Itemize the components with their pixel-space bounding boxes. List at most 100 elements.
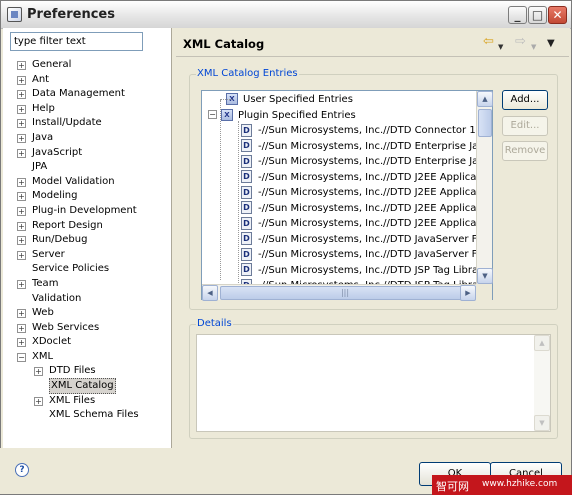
tree-item[interactable]: + XDoclet	[17, 335, 167, 350]
catalog-entry[interactable]: D -//Sun Microsystems, Inc.//DTD Connecto…	[241, 123, 492, 139]
scroll-right-icon[interactable]: ▶	[460, 285, 476, 301]
tree-item[interactable]: Service Policies	[17, 262, 167, 277]
tree-item[interactable]: + Team	[17, 277, 167, 292]
plugin-entries-node[interactable]: − X Plugin Specified Entries	[208, 108, 356, 124]
catalog-entry-label: -//Sun Microsystems, Inc.//DTD J2EE Appl…	[258, 171, 493, 183]
help-icon[interactable]: ?	[15, 463, 29, 477]
tree-item[interactable]: + Install/Update	[17, 116, 167, 131]
entries-vertical-scrollbar[interactable]: ▲ ▼	[476, 91, 493, 284]
catalog-entry[interactable]: D -//Sun Microsystems, Inc.//DTD Enterpri…	[241, 139, 492, 155]
window-title: Preferences	[27, 7, 115, 22]
tree-item[interactable]: XML Schema Files	[17, 408, 167, 423]
tree-item-label: General	[32, 59, 72, 70]
catalog-entry[interactable]: D -//Sun Microsystems, Inc.//DTD J2EE App…	[241, 201, 492, 217]
view-menu-icon[interactable]: ▼	[547, 37, 555, 51]
title-bar[interactable]: Preferences _ □ ✕	[1, 1, 571, 29]
dtd-file-icon: D	[241, 247, 252, 261]
filter-input[interactable]	[10, 32, 143, 51]
horizontal-scroll-thumb[interactable]: |||	[220, 286, 470, 300]
tree-item[interactable]: + Report Design	[17, 219, 167, 234]
forward-history-dropdown-icon[interactable]: ▼	[531, 40, 536, 54]
catalog-entry[interactable]: D -//Sun Microsystems, Inc.//DTD J2EE App…	[241, 170, 493, 186]
vertical-scroll-thumb[interactable]	[478, 109, 492, 137]
user-entries-node[interactable]: X User Specified Entries	[212, 92, 353, 108]
scroll-up-icon[interactable]: ▲	[477, 91, 493, 107]
expand-icon[interactable]: +	[17, 192, 26, 202]
expand-icon[interactable]: +	[17, 75, 26, 85]
expand-icon[interactable]: +	[17, 250, 26, 260]
expand-icon[interactable]: +	[17, 309, 26, 319]
collapse-icon[interactable]: −	[208, 110, 217, 119]
close-button[interactable]: ✕	[548, 6, 567, 24]
tree-item-label: XML	[32, 350, 54, 362]
maximize-button[interactable]: □	[528, 6, 547, 24]
dtd-file-icon: D	[241, 170, 252, 183]
catalog-entry[interactable]: D -//Sun Microsystems, Inc.//DTD JSP Tag …	[241, 263, 492, 279]
tree-item-label: JPA	[32, 161, 48, 173]
back-history-dropdown-icon[interactable]: ▼	[498, 40, 503, 54]
details-vertical-scrollbar[interactable]: ▲ ▼	[534, 335, 550, 431]
tree-item[interactable]: + Run/Debug	[17, 233, 167, 248]
tree-item[interactable]: + Java	[17, 131, 167, 146]
forward-arrow-icon[interactable]: ⇨	[515, 35, 526, 49]
catalog-entry[interactable]: D -//Sun Microsystems, Inc.//DTD Enterpri…	[241, 154, 492, 170]
expand-icon[interactable]: +	[17, 148, 26, 158]
expand-icon[interactable]: +	[17, 236, 26, 246]
tree-item[interactable]: + Help	[17, 102, 167, 117]
expand-icon[interactable]: +	[17, 61, 26, 70]
expand-icon[interactable]: +	[17, 177, 26, 187]
tree-item-label: Modeling	[32, 190, 78, 202]
catalog-entries-tree[interactable]: X User Specified Entries − X Plugin Specifi…	[201, 90, 493, 300]
catalog-entry[interactable]: D -//Sun Microsystems, Inc.//DTD J2EE App…	[241, 185, 493, 201]
expand-icon[interactable]: +	[34, 396, 43, 406]
site-watermark: 智可网 www.hzhike.com	[432, 475, 572, 495]
tree-item-label: Help	[32, 102, 55, 114]
tree-item[interactable]: + Plug-in Development	[17, 204, 167, 219]
catalog-entry[interactable]: D -//Sun Microsystems, Inc.//DTD JavaServ…	[241, 247, 492, 263]
tree-item[interactable]: + XML Files	[17, 394, 167, 409]
scroll-up-icon[interactable]: ▲	[534, 335, 550, 351]
scroll-down-icon[interactable]: ▼	[534, 415, 550, 431]
tree-item[interactable]: + Server	[17, 248, 167, 263]
expand-icon[interactable]: +	[17, 279, 26, 289]
tree-item[interactable]: + Ant	[17, 73, 167, 88]
expand-icon[interactable]: +	[17, 338, 26, 348]
collapse-icon[interactable]: −	[17, 352, 26, 362]
tree-item[interactable]: + General	[17, 58, 167, 73]
tree-item[interactable]: + DTD Files	[17, 364, 167, 379]
entries-horizontal-scrollbar[interactable]: ◀ ||| ▶	[202, 284, 476, 301]
tree-item[interactable]: + Web	[17, 306, 167, 321]
page-title: XML Catalog	[183, 37, 265, 51]
expand-icon[interactable]: +	[17, 206, 26, 216]
expand-icon[interactable]: +	[17, 90, 26, 100]
back-arrow-icon[interactable]: ⇦	[483, 35, 494, 49]
minimize-button[interactable]: _	[508, 6, 527, 24]
tree-item[interactable]: + Web Services	[17, 321, 167, 336]
tree-item[interactable]: JPA	[17, 160, 167, 175]
catalog-entry[interactable]: D -//Sun Microsystems, Inc.//DTD JavaServ…	[241, 232, 492, 248]
tree-item[interactable]: + Model Validation	[17, 175, 167, 190]
expand-icon[interactable]: +	[17, 221, 26, 231]
scroll-left-icon[interactable]: ◀	[202, 285, 218, 301]
details-text-area[interactable]	[196, 334, 551, 432]
expand-icon[interactable]: +	[17, 133, 26, 143]
tree-item-label: XML Schema Files	[49, 409, 139, 421]
tree-item[interactable]: + Data Management	[17, 87, 167, 102]
tree-item[interactable]: − XML	[17, 350, 167, 365]
expand-icon[interactable]: +	[17, 104, 26, 114]
tree-item-label: Validation	[32, 292, 82, 304]
add-button[interactable]: Add...	[502, 90, 548, 110]
tree-item[interactable]: + Modeling	[17, 189, 167, 204]
tree-item[interactable]: XML Catalog	[17, 378, 167, 395]
catalog-entry[interactable]: D -//Sun Microsystems, Inc.//DTD J2EE App…	[241, 216, 492, 232]
catalog-entry-label: -//Sun Microsystems, Inc.//DTD J2EE Appl…	[258, 187, 493, 198]
remove-button[interactable]: Remove	[502, 141, 548, 161]
scroll-down-icon[interactable]: ▼	[477, 268, 493, 284]
expand-icon[interactable]: +	[17, 323, 26, 333]
edit-button[interactable]: Edit...	[502, 116, 548, 136]
expand-icon[interactable]: +	[17, 119, 26, 129]
expand-icon[interactable]: +	[34, 367, 43, 377]
watermark-url: www.hzhike.com	[482, 479, 558, 489]
tree-item[interactable]: + JavaScript	[17, 146, 167, 161]
tree-item[interactable]: Validation	[17, 292, 167, 307]
